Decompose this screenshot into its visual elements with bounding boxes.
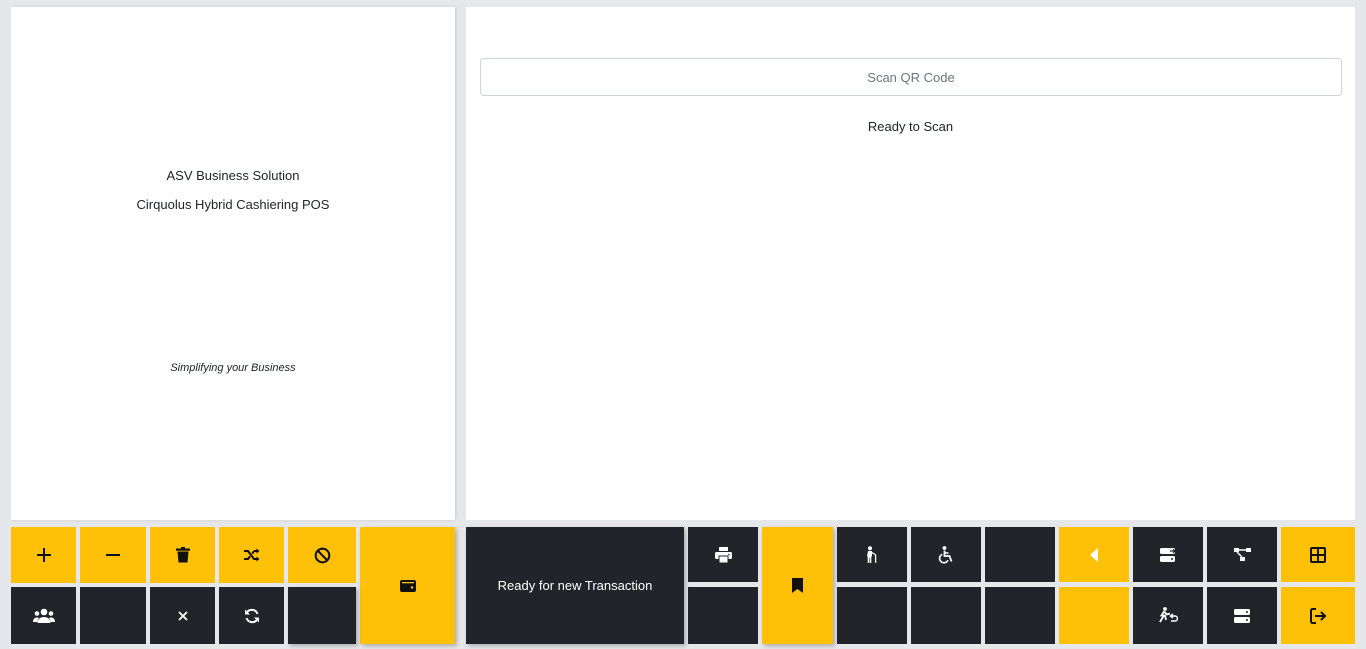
wheelchair-icon xyxy=(938,545,952,564)
server-button[interactable] xyxy=(1207,587,1277,644)
print-button[interactable] xyxy=(688,527,758,582)
void-button[interactable] xyxy=(288,527,356,583)
exit-icon xyxy=(1309,607,1326,624)
blank-button[interactable] xyxy=(985,527,1055,582)
blank-button[interactable] xyxy=(985,587,1055,644)
transaction-status-label: Ready for new Transaction xyxy=(497,578,653,593)
transaction-status: Ready for new Transaction xyxy=(466,527,684,644)
back-button[interactable] xyxy=(1059,527,1129,582)
table-layout-button[interactable] xyxy=(1281,527,1355,582)
users-icon xyxy=(32,608,55,623)
network-icon xyxy=(1233,548,1251,561)
server-transfer-button[interactable] xyxy=(1133,527,1203,582)
senior-citizen-button[interactable] xyxy=(837,527,907,582)
blank-button[interactable] xyxy=(688,587,758,644)
add-item-button[interactable] xyxy=(11,527,76,583)
subtract-item-button[interactable] xyxy=(80,527,146,583)
wallet-icon xyxy=(399,579,416,592)
server-transfer-icon xyxy=(1159,547,1176,562)
tagline: Simplifying your Business xyxy=(170,362,296,374)
blank-button[interactable] xyxy=(911,587,981,644)
minus-icon xyxy=(106,554,120,556)
product-name: Cirquolus Hybrid Cashiering POS xyxy=(136,197,330,212)
refresh-button[interactable] xyxy=(219,587,284,644)
trash-icon xyxy=(175,547,190,563)
person-cane-icon xyxy=(867,546,877,563)
table-icon xyxy=(1310,546,1326,563)
running-return-icon xyxy=(1159,607,1178,623)
info-panel: ASV Business Solution Cirquolus Hybrid C… xyxy=(11,7,455,520)
company-name: ASV Business Solution xyxy=(166,168,300,183)
blank-button[interactable] xyxy=(1059,587,1129,644)
blank-button[interactable] xyxy=(80,587,146,644)
pwd-button[interactable] xyxy=(911,527,981,582)
shuffle-button[interactable] xyxy=(219,527,284,583)
scan-panel: Ready to Scan xyxy=(466,7,1355,520)
blank-button[interactable] xyxy=(288,587,356,644)
logout-button[interactable] xyxy=(1281,587,1355,644)
exit-return-button[interactable] xyxy=(1133,587,1203,644)
server-icon xyxy=(1234,608,1250,623)
caret-left-icon xyxy=(1089,547,1098,562)
blank-button[interactable] xyxy=(837,587,907,644)
times-icon xyxy=(177,610,188,621)
ban-icon xyxy=(314,547,330,563)
print-icon xyxy=(714,546,732,563)
scan-qr-input[interactable] xyxy=(480,58,1342,96)
payment-button[interactable] xyxy=(360,527,455,644)
network-button[interactable] xyxy=(1207,527,1277,582)
sync-icon xyxy=(244,608,259,623)
bookmark-icon xyxy=(792,578,803,593)
plus-icon xyxy=(36,548,51,562)
customers-button[interactable] xyxy=(11,587,76,644)
shuffle-icon xyxy=(243,548,259,562)
bookmark-button[interactable] xyxy=(762,527,833,644)
delete-item-button[interactable] xyxy=(150,527,215,583)
scan-status: Ready to Scan xyxy=(867,119,954,134)
cancel-button[interactable] xyxy=(150,587,215,644)
